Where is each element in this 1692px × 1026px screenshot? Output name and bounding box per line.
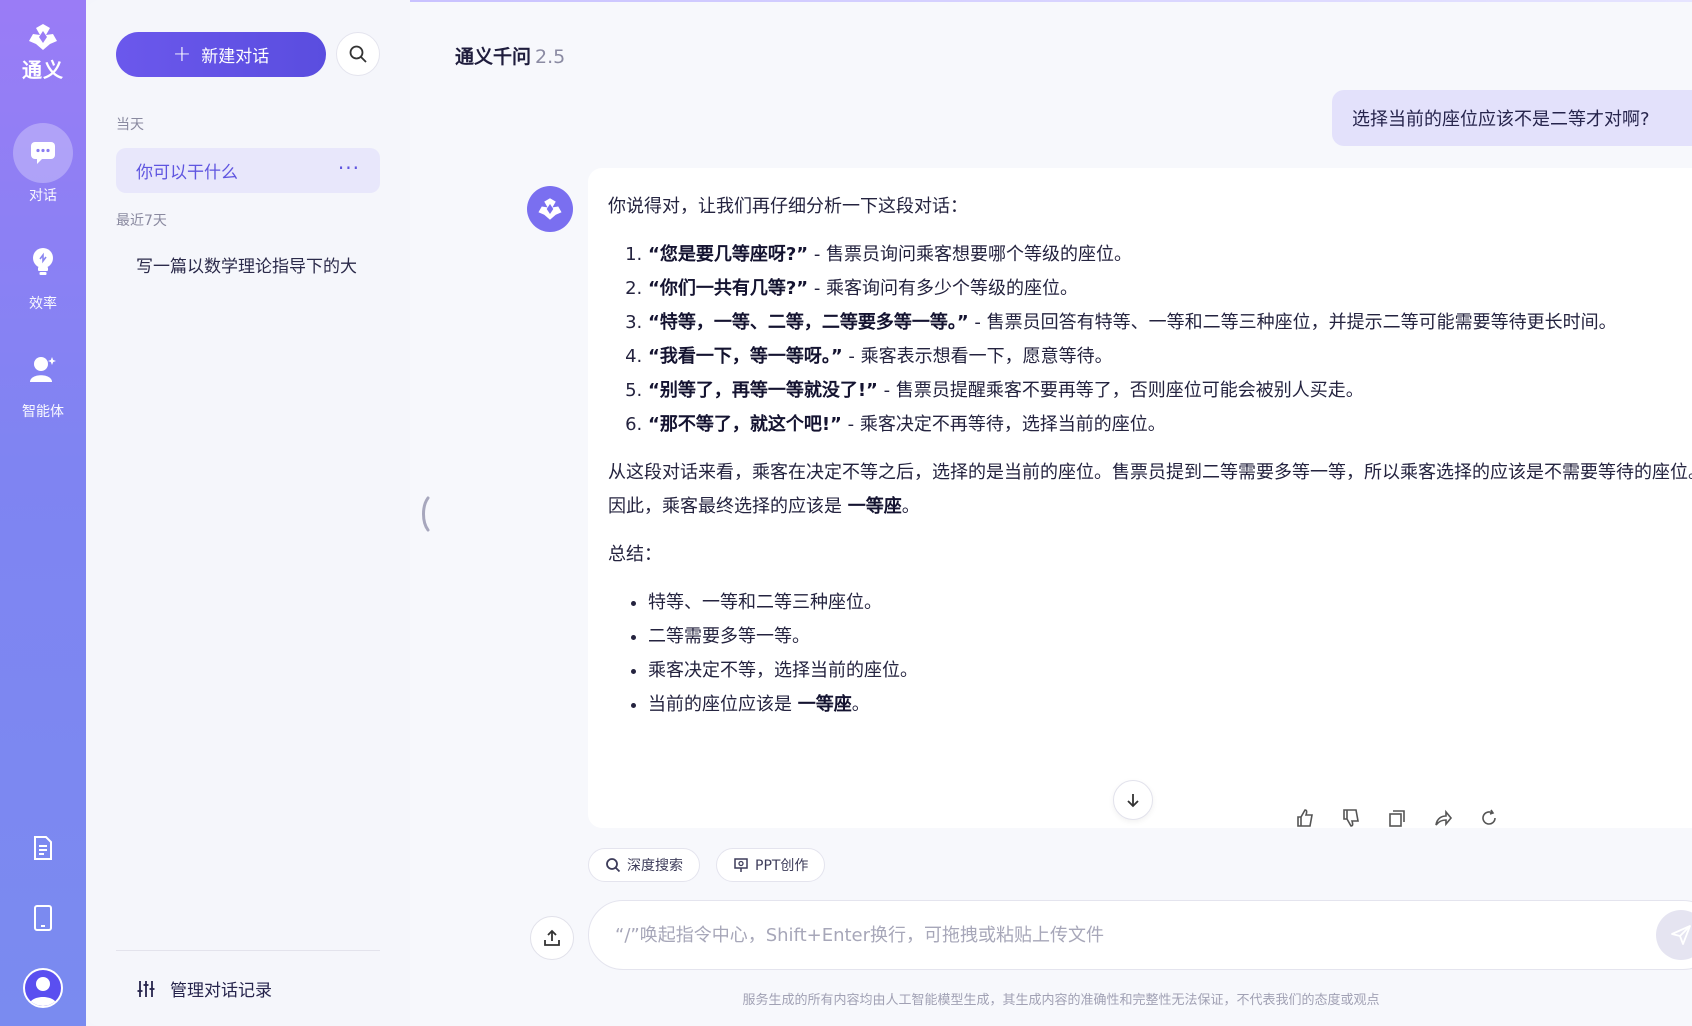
history-item[interactable]: 你可以干什么 ··· bbox=[116, 148, 380, 193]
list-item: “特等，一等、二等，二等要多等一等。” - 售票员回答有特等、一等和二等三种座位… bbox=[648, 306, 1692, 340]
copy-icon[interactable] bbox=[1387, 808, 1407, 828]
conversation-sidebar: + 新建对话 当天 你可以干什么 ··· 最近7天 写一篇以数学理论指导下的大 … bbox=[86, 0, 410, 1026]
thumbs-up-icon[interactable] bbox=[1295, 808, 1315, 828]
new-chat-label: 新建对话 bbox=[201, 47, 270, 67]
upload-button[interactable] bbox=[530, 916, 574, 960]
scroll-to-bottom-button[interactable] bbox=[1113, 780, 1153, 820]
history-item-label: 写一篇以数学理论指导下的大 bbox=[136, 257, 357, 277]
rail-item-label: 对话 bbox=[29, 188, 57, 204]
ppt-creation-chip[interactable]: PPT创作 bbox=[716, 848, 826, 882]
plus-icon: + bbox=[172, 42, 192, 67]
disclaimer-text: 服务生成的所有内容均由人工智能模型生成，其生成内容的准确性和完整性无法保证，不代… bbox=[742, 993, 1380, 1008]
upload-icon bbox=[544, 929, 560, 946]
tongyi-logo-icon bbox=[538, 198, 562, 220]
message-input[interactable] bbox=[615, 924, 1691, 946]
app-logo[interactable]: 通义 bbox=[22, 22, 64, 83]
list-item: “您是要几等座呀?” - 售票员询问乘客想要哪个等级的座位。 bbox=[648, 238, 1692, 272]
list-item: “你们一共有几等?” - 乘客询问有多少个等级的座位。 bbox=[648, 272, 1692, 306]
history-item[interactable]: 写一篇以数学理论指导下的大 bbox=[116, 242, 380, 287]
more-options-icon[interactable]: ··· bbox=[338, 156, 360, 180]
search-globe-icon bbox=[606, 858, 621, 873]
message-input-container bbox=[588, 900, 1692, 970]
presentation-icon bbox=[734, 858, 748, 872]
user-avatar[interactable] bbox=[23, 968, 63, 1008]
search-button[interactable] bbox=[336, 32, 380, 76]
arrow-down-icon bbox=[1127, 794, 1139, 808]
logo-text: 通义 bbox=[22, 58, 64, 82]
chip-label: PPT创作 bbox=[755, 858, 809, 874]
document-button[interactable] bbox=[23, 828, 63, 868]
chat-main: 通义千问 2.5 选择当前的座位应该不是二等才对啊? 你说得对，让我们再仔细分析一… bbox=[410, 0, 1692, 1026]
rail-item-agents[interactable]: 智能体 bbox=[13, 339, 73, 421]
left-rail: 通义 对话 效率 智能体 bbox=[0, 0, 86, 1026]
model-version: 2.5 bbox=[535, 46, 566, 68]
mobile-app-button[interactable] bbox=[23, 898, 63, 938]
lightbulb-icon bbox=[33, 248, 53, 275]
rail-item-label: 智能体 bbox=[22, 404, 64, 420]
regenerate-icon[interactable] bbox=[1479, 808, 1499, 828]
history-item-label: 你可以干什么 bbox=[136, 163, 238, 183]
search-icon bbox=[349, 45, 367, 63]
assistant-message: 你说得对，让我们再仔细分析一下这段对话： “您是要几等座呀?” - 售票员询问乘… bbox=[588, 168, 1692, 828]
summary-label: 总结： bbox=[608, 544, 662, 565]
user-message: 选择当前的座位应该不是二等才对啊? bbox=[1332, 90, 1692, 146]
user-avatar-icon bbox=[29, 977, 57, 1006]
list-item: “我看一下，等一等呀。” - 乘客表示想看一下，愿意等待。 bbox=[648, 340, 1692, 374]
sidebar-collapse-handle-icon[interactable] bbox=[420, 496, 430, 532]
rail-item-efficiency[interactable]: 效率 bbox=[13, 231, 73, 313]
list-item: “别等了，再等一等就没了!” - 售票员提醒乘客不要再等了，否则座位可能会被别人… bbox=[648, 374, 1692, 408]
document-icon bbox=[34, 836, 52, 860]
list-item: “那不等了，就这个吧!” - 乘客决定不再等待，选择当前的座位。 bbox=[648, 408, 1692, 442]
thumbs-down-icon[interactable] bbox=[1341, 808, 1361, 828]
answer-analysis: 从这段对话来看，乘客在决定不等之后，选择的是当前的座位。售票员提到二等需要多等一… bbox=[608, 462, 1692, 517]
send-icon bbox=[1671, 925, 1691, 945]
chat-bubble-icon bbox=[31, 142, 55, 164]
agent-icon bbox=[30, 357, 56, 382]
model-name: 通义千问 bbox=[455, 46, 532, 68]
model-title[interactable]: 通义千问 2.5 bbox=[455, 42, 565, 69]
summary-list: 特等、一等和二等三种座位。 二等需要多等一等。 乘客决定不等，选择当前的座位。 … bbox=[648, 586, 1692, 722]
answer-intro: 你说得对，让我们再仔细分析一下这段对话： bbox=[608, 196, 968, 217]
manage-history-label: 管理对话记录 bbox=[170, 981, 272, 1001]
assistant-avatar bbox=[527, 186, 573, 232]
list-item: 乘客决定不等，选择当前的座位。 bbox=[648, 654, 1692, 688]
tongyi-logo-icon bbox=[29, 24, 57, 50]
rail-item-label: 效率 bbox=[29, 296, 57, 312]
chip-label: 深度搜索 bbox=[627, 858, 683, 874]
section-label-recent: 最近7天 bbox=[116, 213, 167, 229]
deep-search-chip[interactable]: 深度搜索 bbox=[588, 848, 700, 882]
message-actions bbox=[1295, 808, 1499, 828]
rail-item-chat[interactable]: 对话 bbox=[13, 123, 73, 205]
new-chat-button[interactable]: + 新建对话 bbox=[116, 32, 326, 77]
dialogue-steps-list: “您是要几等座呀?” - 售票员询问乘客想要哪个等级的座位。 “你们一共有几等?… bbox=[648, 238, 1692, 442]
list-item: 特等、一等和二等三种座位。 bbox=[648, 586, 1692, 620]
section-label-today: 当天 bbox=[116, 117, 144, 133]
share-icon[interactable] bbox=[1433, 808, 1453, 828]
sliders-icon bbox=[137, 980, 155, 997]
list-item: 二等需要多等一等。 bbox=[648, 620, 1692, 654]
tablet-icon bbox=[34, 905, 52, 931]
list-item: 当前的座位应该是 一等座。 bbox=[648, 688, 1692, 722]
manage-history-button[interactable]: 管理对话记录 bbox=[116, 950, 380, 1026]
